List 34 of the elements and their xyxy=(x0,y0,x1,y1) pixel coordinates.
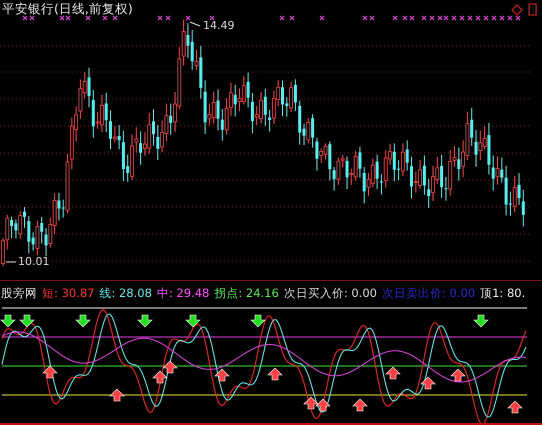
up-arrow-icon xyxy=(303,396,319,410)
up-arrow-icon xyxy=(420,376,436,390)
down-arrow-icon xyxy=(185,314,201,328)
legend-value: 顶1: 80. xyxy=(480,286,526,302)
up-arrow-icon xyxy=(214,368,230,382)
high-price-label: 14.49 xyxy=(203,19,234,32)
down-arrow-icon xyxy=(19,314,35,328)
up-arrow-icon xyxy=(315,398,331,412)
up-arrow-icon xyxy=(42,365,58,378)
square-icon xyxy=(528,4,536,16)
indicator-name: 股旁网 xyxy=(1,286,37,302)
up-arrow-icon xyxy=(507,400,523,414)
legend-value: 次日卖出价: 0.00 xyxy=(382,286,476,302)
up-arrow-icon xyxy=(267,367,283,380)
up-arrow-icon xyxy=(385,366,401,380)
down-arrow-icon xyxy=(137,314,153,328)
down-arrow-icon xyxy=(0,314,16,328)
legend-value: 拐点: 24.16 xyxy=(214,286,279,302)
down-arrow-icon xyxy=(473,314,489,328)
low-price-label: 10.01 xyxy=(18,255,50,268)
up-arrow-icon xyxy=(152,370,168,384)
up-arrow-icon xyxy=(352,398,368,412)
leader-line xyxy=(190,22,200,26)
legend-value: 次日买入价: 0.00 xyxy=(284,286,377,302)
down-arrow-icon xyxy=(75,314,91,328)
legend-value: 线: 28.08 xyxy=(99,286,152,302)
chart-title: 平安银行(日线,前复权) xyxy=(2,1,133,18)
legend-value: 中: 29.48 xyxy=(156,286,210,302)
diamond-icon xyxy=(511,4,523,16)
legend-value: 短: 30.87 xyxy=(42,286,94,302)
up-arrow-icon xyxy=(109,388,125,402)
up-arrow-icon xyxy=(450,368,466,382)
up-arrow-icon xyxy=(162,360,178,374)
down-arrow-icon xyxy=(250,314,266,328)
